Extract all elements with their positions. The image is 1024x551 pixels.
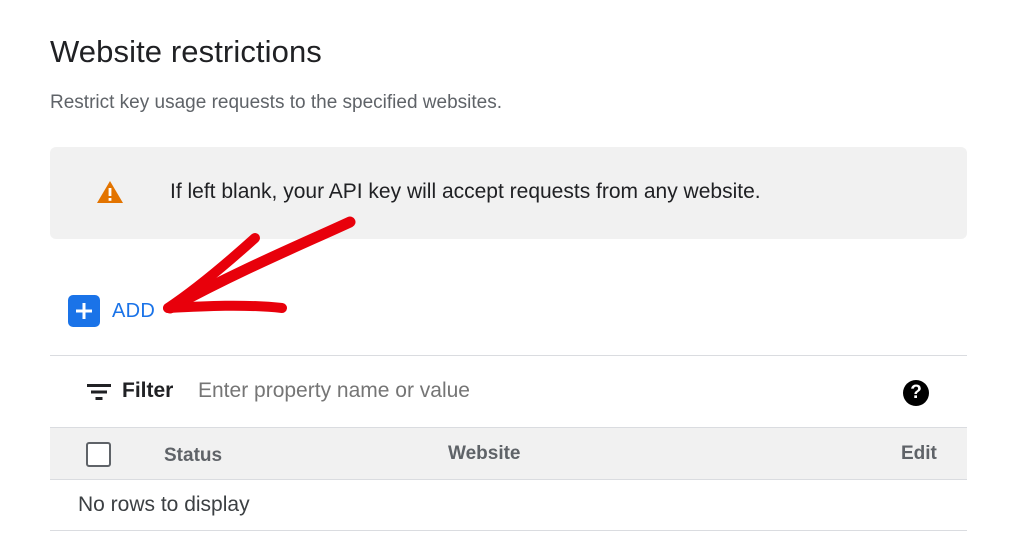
section-description: Restrict key usage requests to the speci… xyxy=(50,92,503,113)
add-button-label: ADD xyxy=(112,299,156,322)
divider-header xyxy=(50,479,967,480)
filter-input[interactable] xyxy=(198,374,798,408)
empty-table-message: No rows to display xyxy=(78,493,250,516)
column-header-website[interactable]: Website xyxy=(448,443,521,465)
help-icon[interactable]: ? xyxy=(903,380,929,406)
section-title: Website restrictions xyxy=(50,34,322,69)
filter-label: Filter xyxy=(122,379,174,402)
website-restrictions-panel: Website restrictions Restrict key usage … xyxy=(0,0,1024,551)
notice-text: If left blank, your API key will accept … xyxy=(170,180,761,203)
plus-icon xyxy=(68,295,100,327)
divider-bottom xyxy=(50,530,967,531)
warning-icon xyxy=(97,181,123,203)
select-all-checkbox[interactable] xyxy=(86,442,111,467)
column-header-edit: Edit xyxy=(901,443,937,464)
table-header: Status Website Edit xyxy=(50,428,967,479)
filter-icon[interactable] xyxy=(87,383,111,401)
add-button[interactable]: ADD xyxy=(68,294,155,328)
filter-bar: Filter ? xyxy=(50,356,967,426)
column-header-status[interactable]: Status xyxy=(164,445,222,467)
warning-notice: If left blank, your API key will accept … xyxy=(50,147,967,239)
